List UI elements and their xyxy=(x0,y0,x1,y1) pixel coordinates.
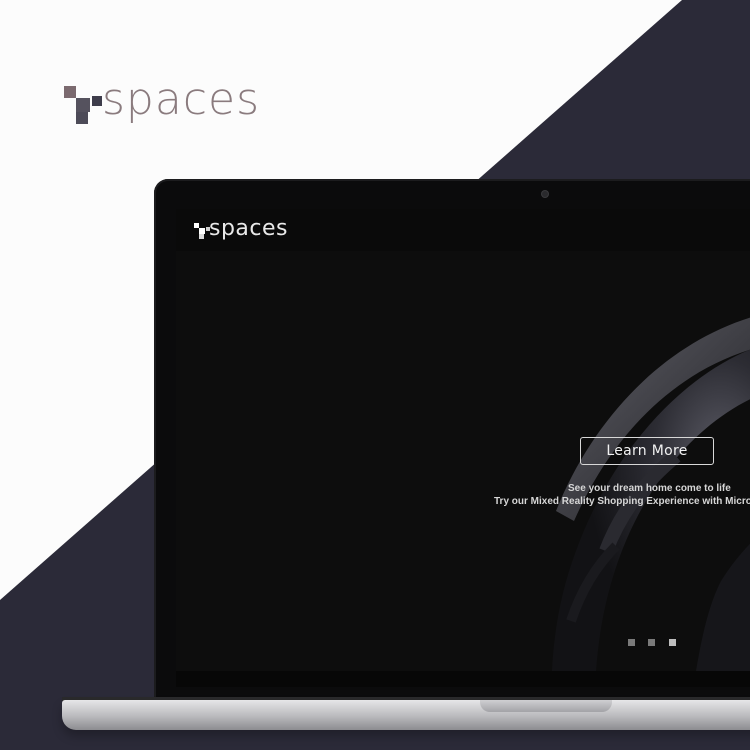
slider-dot-active[interactable] xyxy=(668,639,676,646)
laptop-base xyxy=(62,700,750,730)
stage: spaces spaces Learn More See your dream … xyxy=(0,0,750,750)
hero-tagline-primary: See your dream home come to life xyxy=(568,483,731,494)
slider-dot[interactable] xyxy=(648,639,656,646)
brand-mark-icon xyxy=(62,84,106,124)
slider-indicators xyxy=(628,633,685,651)
hero-section: Learn More See your dream home come to l… xyxy=(176,251,750,671)
camera-icon xyxy=(542,191,548,197)
site-header: spaces xyxy=(176,209,750,251)
learn-more-button[interactable]: Learn More xyxy=(580,437,714,465)
laptop-mockup: spaces Learn More See your dream home co… xyxy=(154,179,750,699)
slider-dot[interactable] xyxy=(628,639,635,646)
site-logo-text: spaces xyxy=(209,216,289,241)
brand-logo: spaces xyxy=(62,78,282,144)
laptop-base-notch xyxy=(480,700,612,712)
brand-name: spaces xyxy=(102,74,261,125)
site-logo[interactable]: spaces xyxy=(193,218,303,244)
hero-tagline-secondary: Try our Mixed Reality Shopping Experienc… xyxy=(494,496,750,507)
laptop-screen: spaces Learn More See your dream home co… xyxy=(176,209,750,687)
